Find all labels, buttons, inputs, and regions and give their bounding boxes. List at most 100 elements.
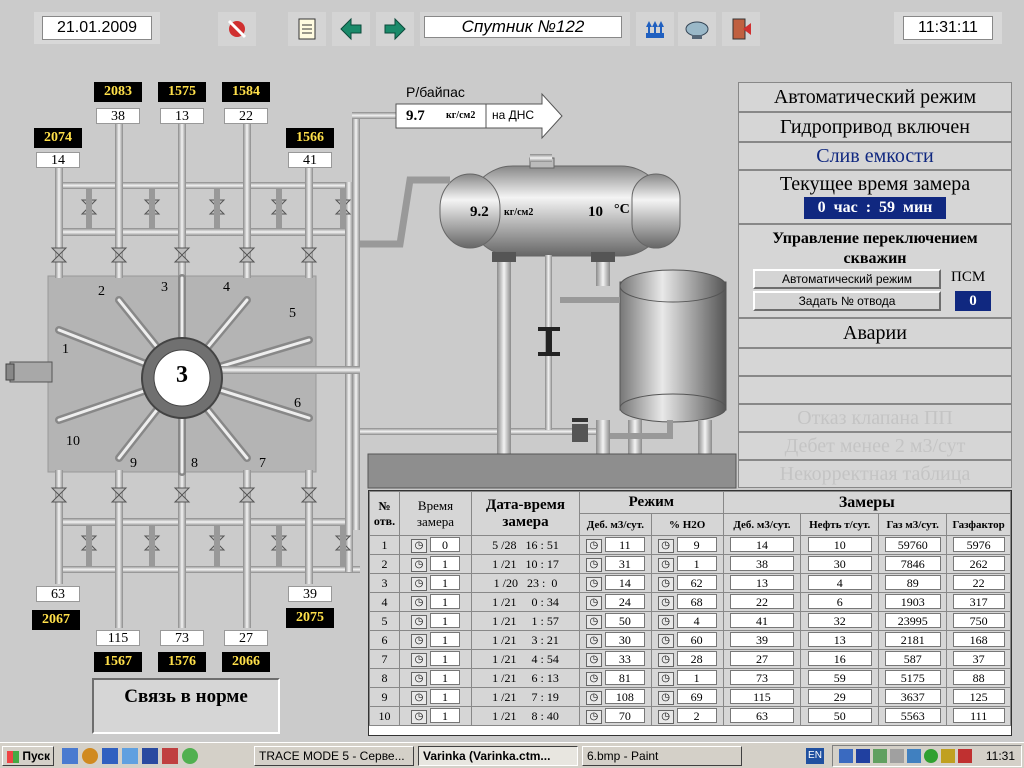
gas-factor-value: 88 (952, 670, 1005, 685)
mode-water-field[interactable]: 1 (676, 669, 717, 685)
save-icon[interactable] (102, 748, 118, 764)
clock-icon[interactable]: ◷ (657, 634, 674, 649)
measure-time-field[interactable]: 1 (430, 650, 460, 666)
gas-factor-value: 317 (952, 594, 1005, 609)
mode-water-field[interactable]: 60 (676, 631, 717, 647)
clock-icon[interactable]: ◷ (657, 672, 674, 687)
well-branch-14: 14 (36, 152, 80, 168)
mode-debit-field[interactable]: 50 (604, 612, 645, 628)
app-icon[interactable] (162, 748, 178, 764)
clock-icon[interactable]: ◷ (657, 615, 674, 630)
clock-icon[interactable]: ◷ (657, 653, 674, 668)
tray-icon-8[interactable] (958, 749, 972, 763)
desktop-icon[interactable] (62, 748, 78, 764)
task-paint[interactable]: 6.bmp - Paint (582, 746, 742, 766)
gas-value: 587 (884, 651, 941, 666)
clock-icon[interactable]: ◷ (585, 596, 602, 611)
clock-icon[interactable]: ◷ (585, 691, 602, 706)
cell-time: ◷ 1 (399, 554, 472, 574)
mode-water-field[interactable]: 2 (676, 707, 717, 723)
table-row: 9 ◷ 11 /21 7 : 19 ◷ 108 ◷ 69 115 29 3637 125 (369, 687, 1011, 707)
mode-water-field[interactable]: 1 (676, 555, 717, 571)
tree-icon[interactable] (182, 748, 198, 764)
measure-time-field[interactable]: 1 (430, 574, 460, 590)
cell-number: 6 (369, 630, 400, 650)
mode-debit-field[interactable]: 14 (604, 574, 645, 590)
language-indicator[interactable]: EN (806, 748, 824, 764)
tray-icon-3[interactable] (873, 749, 887, 763)
clock-icon[interactable]: ◷ (411, 653, 427, 668)
mode-water-field[interactable]: 4 (676, 612, 717, 628)
clock-icon[interactable]: ◷ (411, 558, 427, 573)
measure-time-field[interactable]: 1 (430, 669, 460, 685)
clock-icon[interactable]: ◷ (657, 539, 674, 554)
well-branch-27: 27 (224, 630, 268, 646)
gas-value: 2181 (884, 632, 941, 647)
measure-time-field[interactable]: 1 (430, 555, 460, 571)
clock-icon[interactable]: ◷ (585, 710, 602, 725)
tray-icon-5[interactable] (907, 749, 921, 763)
clock-icon[interactable]: ◷ (657, 596, 674, 611)
debit-value: 115 (729, 689, 794, 704)
clock-icon[interactable]: ◷ (585, 539, 602, 554)
mode-debit-field[interactable]: 70 (604, 707, 645, 723)
mode-water-field[interactable]: 62 (676, 574, 717, 590)
cell-debit: 73 (722, 668, 802, 688)
document-app-icon[interactable] (122, 748, 138, 764)
mode-water-field[interactable]: 69 (676, 688, 717, 704)
task-trace-mode[interactable]: TRACE MODE 5 - Серве... (254, 746, 414, 766)
clock-icon[interactable]: ◷ (411, 615, 427, 630)
clock-icon[interactable]: ◷ (411, 710, 427, 725)
clock-icon[interactable]: ◷ (657, 710, 674, 725)
mode-debit-field[interactable]: 33 (604, 650, 645, 666)
cell-gas: 7846 (878, 554, 948, 574)
tray-icon-7[interactable] (941, 749, 955, 763)
mode-water-field[interactable]: 68 (676, 593, 717, 609)
measure-time-field[interactable]: 1 (430, 612, 460, 628)
clock-icon[interactable]: ◷ (411, 577, 427, 592)
clock-icon[interactable]: ◷ (411, 691, 427, 706)
psm-value[interactable]: 0 (955, 291, 991, 311)
network-icon[interactable] (142, 748, 158, 764)
tray-icon-1[interactable] (839, 749, 853, 763)
tray-icon-6[interactable] (924, 749, 938, 763)
start-label: Пуск (22, 749, 51, 763)
clock-icon[interactable]: ◷ (657, 558, 674, 573)
tray-icon-4[interactable] (890, 749, 904, 763)
media-icon[interactable] (82, 748, 98, 764)
clock-icon[interactable]: ◷ (585, 634, 602, 649)
mode-water-field[interactable]: 9 (676, 536, 717, 552)
clock-icon[interactable]: ◷ (411, 634, 427, 649)
mode-debit-field[interactable]: 30 (604, 631, 645, 647)
mode-debit-field[interactable]: 81 (604, 669, 645, 685)
auto-mode-button[interactable]: Автоматический режим (753, 269, 941, 289)
clock-icon[interactable]: ◷ (585, 672, 602, 687)
clock-icon[interactable]: ◷ (585, 653, 602, 668)
mode-debit-field[interactable]: 31 (604, 555, 645, 571)
measure-time-field[interactable]: 1 (430, 688, 460, 704)
clock-icon[interactable]: ◷ (411, 539, 427, 554)
clock-icon[interactable]: ◷ (657, 691, 674, 706)
debit-value: 63 (729, 708, 794, 723)
clock-icon[interactable]: ◷ (585, 615, 602, 630)
mode-debit-field[interactable]: 108 (604, 688, 645, 704)
clock-icon[interactable]: ◷ (585, 558, 602, 573)
task-varinka[interactable]: Varinka (Varinka.ctm... (418, 746, 578, 766)
start-button[interactable]: Пуск (2, 746, 54, 766)
mode-debit-field[interactable]: 24 (604, 593, 645, 609)
well-id-2066: 2066 (222, 652, 270, 672)
clock-icon[interactable]: ◷ (585, 577, 602, 592)
well-id-1584: 1584 (222, 82, 270, 102)
set-branch-button[interactable]: Задать № отвода (753, 291, 941, 311)
gas-factor-value: 262 (952, 556, 1005, 571)
clock-icon[interactable]: ◷ (657, 577, 674, 592)
clock-icon[interactable]: ◷ (411, 596, 427, 611)
measure-time-field[interactable]: 1 (430, 707, 460, 723)
mode-water-field[interactable]: 28 (676, 650, 717, 666)
tray-icon-2[interactable] (856, 749, 870, 763)
clock-icon[interactable]: ◷ (411, 672, 427, 687)
measure-time-field[interactable]: 1 (430, 593, 460, 609)
measure-time-field[interactable]: 1 (430, 631, 460, 647)
mode-debit-field[interactable]: 11 (604, 536, 645, 552)
measure-time-field[interactable]: 0 (430, 536, 460, 552)
